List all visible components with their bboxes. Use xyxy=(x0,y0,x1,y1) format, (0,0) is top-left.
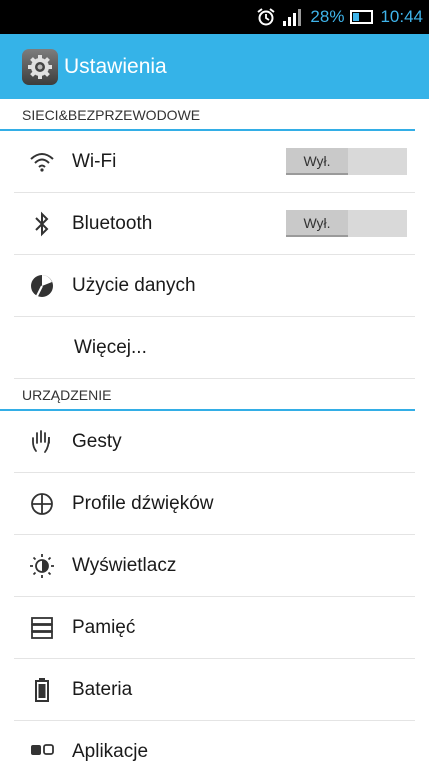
settings-item-label: Pamięć xyxy=(72,616,136,638)
gesture-hand-icon xyxy=(22,427,62,457)
brightness-icon xyxy=(22,551,62,581)
settings-app-icon[interactable] xyxy=(22,48,58,85)
settings-item-label: Użycie danych xyxy=(72,274,196,296)
settings-item-display[interactable]: Wyświetlacz xyxy=(14,535,415,597)
battery-percent: 28% xyxy=(310,7,345,26)
sound-profile-icon xyxy=(22,489,62,519)
settings-item-label: Wyświetlacz xyxy=(72,554,177,576)
status-battery-icon xyxy=(350,9,374,25)
action-bar: Ustawienia xyxy=(0,34,429,99)
bluetooth-icon xyxy=(22,209,62,239)
settings-item-gestures[interactable]: Gesty xyxy=(14,411,415,473)
settings-list: SIECI&BEZPRZEWODOWE Wi-Fi Wył. Bluetooth… xyxy=(0,99,429,783)
bluetooth-toggle[interactable]: Wył. xyxy=(286,210,407,237)
signal-strength-icon xyxy=(282,7,304,27)
storage-icon xyxy=(22,613,62,643)
settings-item-label: Aplikacje xyxy=(72,741,149,762)
toggle-state-label: Wył. xyxy=(286,148,348,175)
wifi-icon xyxy=(22,147,62,177)
apps-icon xyxy=(22,737,62,767)
settings-item-label: Więcej... xyxy=(74,336,147,358)
settings-item-label: Wi-Fi xyxy=(72,150,117,172)
status-bar: 28% 10:44 xyxy=(0,0,429,34)
wifi-toggle[interactable]: Wył. xyxy=(286,148,407,175)
clock-time: 10:44 xyxy=(380,7,423,26)
alarm-clock-icon xyxy=(256,7,276,27)
section-header-network: SIECI&BEZPRZEWODOWE xyxy=(0,99,415,131)
settings-item-label: Gesty xyxy=(72,430,122,452)
settings-item-more[interactable]: Więcej... xyxy=(14,317,415,379)
settings-item-apps[interactable]: Aplikacje xyxy=(14,721,415,783)
settings-item-sound-profiles[interactable]: Profile dźwięków xyxy=(14,473,415,535)
settings-item-label: Bateria xyxy=(72,678,133,700)
page-title: Ustawienia xyxy=(64,54,167,78)
toggle-state-label: Wył. xyxy=(286,210,348,237)
battery-icon xyxy=(22,675,62,705)
data-usage-icon xyxy=(22,271,62,301)
settings-item-battery[interactable]: Bateria xyxy=(14,659,415,721)
settings-item-label: Bluetooth xyxy=(72,212,153,234)
settings-item-label: Profile dźwięków xyxy=(72,492,214,514)
section-header-device: URZĄDZENIE xyxy=(0,379,415,411)
settings-item-storage[interactable]: Pamięć xyxy=(14,597,415,659)
settings-item-wifi[interactable]: Wi-Fi Wył. xyxy=(14,131,415,193)
settings-item-data-usage[interactable]: Użycie danych xyxy=(14,255,415,317)
settings-item-bluetooth[interactable]: Bluetooth Wył. xyxy=(14,193,415,255)
